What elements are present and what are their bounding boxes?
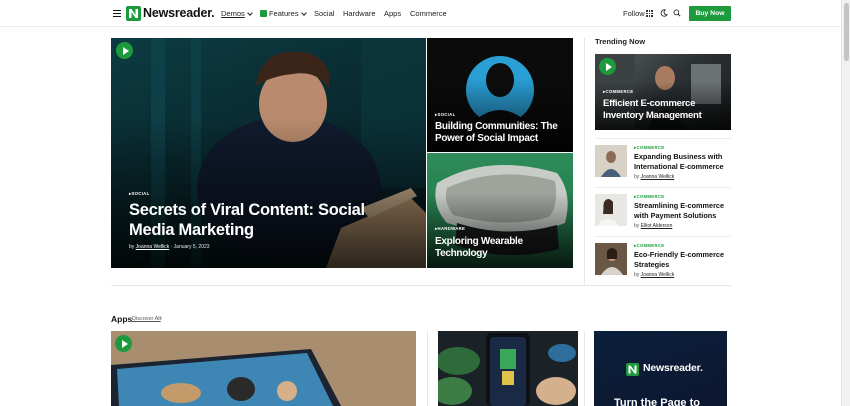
author-link[interactable]: Joanna Wellick: [641, 272, 675, 278]
trending-byline: by Joanna Wellick: [634, 272, 674, 278]
section-divider: [111, 285, 731, 286]
nav-social[interactable]: Social: [314, 9, 334, 18]
menu-icon[interactable]: [113, 10, 121, 18]
chevron-right-icon[interactable]: ›: [160, 316, 162, 322]
author-link[interactable]: Joanna Wellick: [641, 174, 675, 180]
play-button[interactable]: [599, 58, 616, 75]
moon-icon[interactable]: [660, 9, 668, 17]
nav-demos[interactable]: Demos: [221, 9, 253, 18]
category-label[interactable]: Commerce: [634, 243, 664, 249]
column-divider: [427, 331, 428, 406]
trending-featured-card[interactable]: Commerce Efficient E-commerce Inventory …: [595, 54, 731, 130]
column-divider: [584, 331, 585, 406]
chevron-down-icon: [246, 9, 253, 16]
features-icon: [260, 10, 267, 17]
buy-now-button[interactable]: Buy Now: [689, 6, 731, 21]
hero-bottom-right-card[interactable]: Hardware Exploring Wearable Technology: [427, 153, 573, 268]
category-label[interactable]: Commerce: [634, 145, 664, 151]
play-button[interactable]: [116, 42, 133, 59]
promo-ad-card[interactable]: Newsreader. Turn the Page to: [594, 331, 727, 406]
hero-main-title[interactable]: Secrets of Viral Content: Social Media M…: [129, 200, 399, 240]
trending-byline: by Elliot Alderson: [634, 223, 672, 229]
byline-prefix: by: [129, 244, 135, 250]
hero-top-title[interactable]: Building Communities: The Power of Socia…: [435, 121, 567, 145]
trending-featured-title[interactable]: Efficient E-commerce Inventory Managemen…: [603, 98, 729, 122]
logo-text[interactable]: Newsreader.: [143, 6, 215, 20]
hero-top-right-card[interactable]: Social Building Communities: The Power o…: [427, 38, 573, 152]
app-card-1-image: [111, 331, 416, 406]
hero-bottom-title[interactable]: Exploring Wearable Technology: [435, 236, 567, 260]
chevron-down-icon: [300, 9, 307, 16]
trending-heading: Trending Now: [595, 37, 646, 46]
trending-thumbnail[interactable]: [595, 145, 627, 177]
hero-byline: by Joanna Wellick · January 5, 2023: [129, 244, 210, 250]
ad-tagline: Turn the Page to: [614, 397, 700, 406]
logo-icon: [626, 363, 639, 376]
logo-icon[interactable]: [126, 6, 141, 21]
publish-date: January 5, 2023: [173, 244, 210, 250]
nav-hardware[interactable]: Hardware: [343, 9, 376, 18]
app-card-2-image: [438, 331, 578, 406]
category-label[interactable]: Commerce: [603, 89, 633, 95]
category-label[interactable]: Hardware: [435, 226, 465, 232]
trending-title[interactable]: Eco-Friendly E-commerce Strategies: [634, 250, 730, 269]
byline-prefix: by: [634, 272, 640, 278]
category-label[interactable]: Social: [129, 191, 150, 197]
trending-byline: by Joanna Wellick: [634, 174, 674, 180]
author-link[interactable]: Joanna Wellick: [136, 244, 170, 250]
nav-apps[interactable]: Apps: [384, 9, 401, 18]
site-header: Newsreader. Demos Features Social Hardwa…: [0, 0, 850, 27]
app-card-1[interactable]: [111, 331, 416, 406]
category-label[interactable]: Social: [435, 112, 456, 118]
discover-all-link[interactable]: Discover All: [132, 316, 161, 322]
hero-main-card[interactable]: Social Secrets of Viral Content: Social …: [111, 38, 426, 268]
search-icon[interactable]: [673, 9, 681, 17]
grid-icon[interactable]: [646, 10, 653, 17]
trending-item[interactable]: Commerce Expanding Business with Interna…: [595, 138, 731, 185]
trending-title[interactable]: Streamlining E-commerce with Payment Sol…: [634, 201, 730, 220]
play-button[interactable]: [115, 335, 132, 352]
byline-prefix: by: [634, 174, 640, 180]
trending-thumbnail[interactable]: [595, 194, 627, 226]
vertical-scrollbar[interactable]: [841, 0, 850, 406]
category-label[interactable]: Commerce: [634, 194, 664, 200]
trending-item[interactable]: Commerce Eco-Friendly E-commerce Strateg…: [595, 236, 731, 283]
trending-thumbnail[interactable]: [595, 243, 627, 275]
scrollbar-thumb[interactable]: [844, 3, 849, 61]
byline-prefix: by: [634, 223, 640, 229]
trending-title[interactable]: Expanding Business with International E-…: [634, 152, 730, 171]
nav-features[interactable]: Features: [260, 9, 307, 18]
author-link[interactable]: Elliot Alderson: [641, 223, 673, 229]
section-heading-apps: Apps: [111, 314, 133, 324]
ad-brand-name: Newsreader.: [643, 362, 703, 374]
nav-commerce[interactable]: Commerce: [410, 9, 447, 18]
follow-link[interactable]: Follow: [623, 9, 645, 18]
app-card-2[interactable]: [438, 331, 578, 406]
trending-item[interactable]: Commerce Streamlining E-commerce with Pa…: [595, 187, 731, 234]
column-divider: [584, 38, 585, 285]
